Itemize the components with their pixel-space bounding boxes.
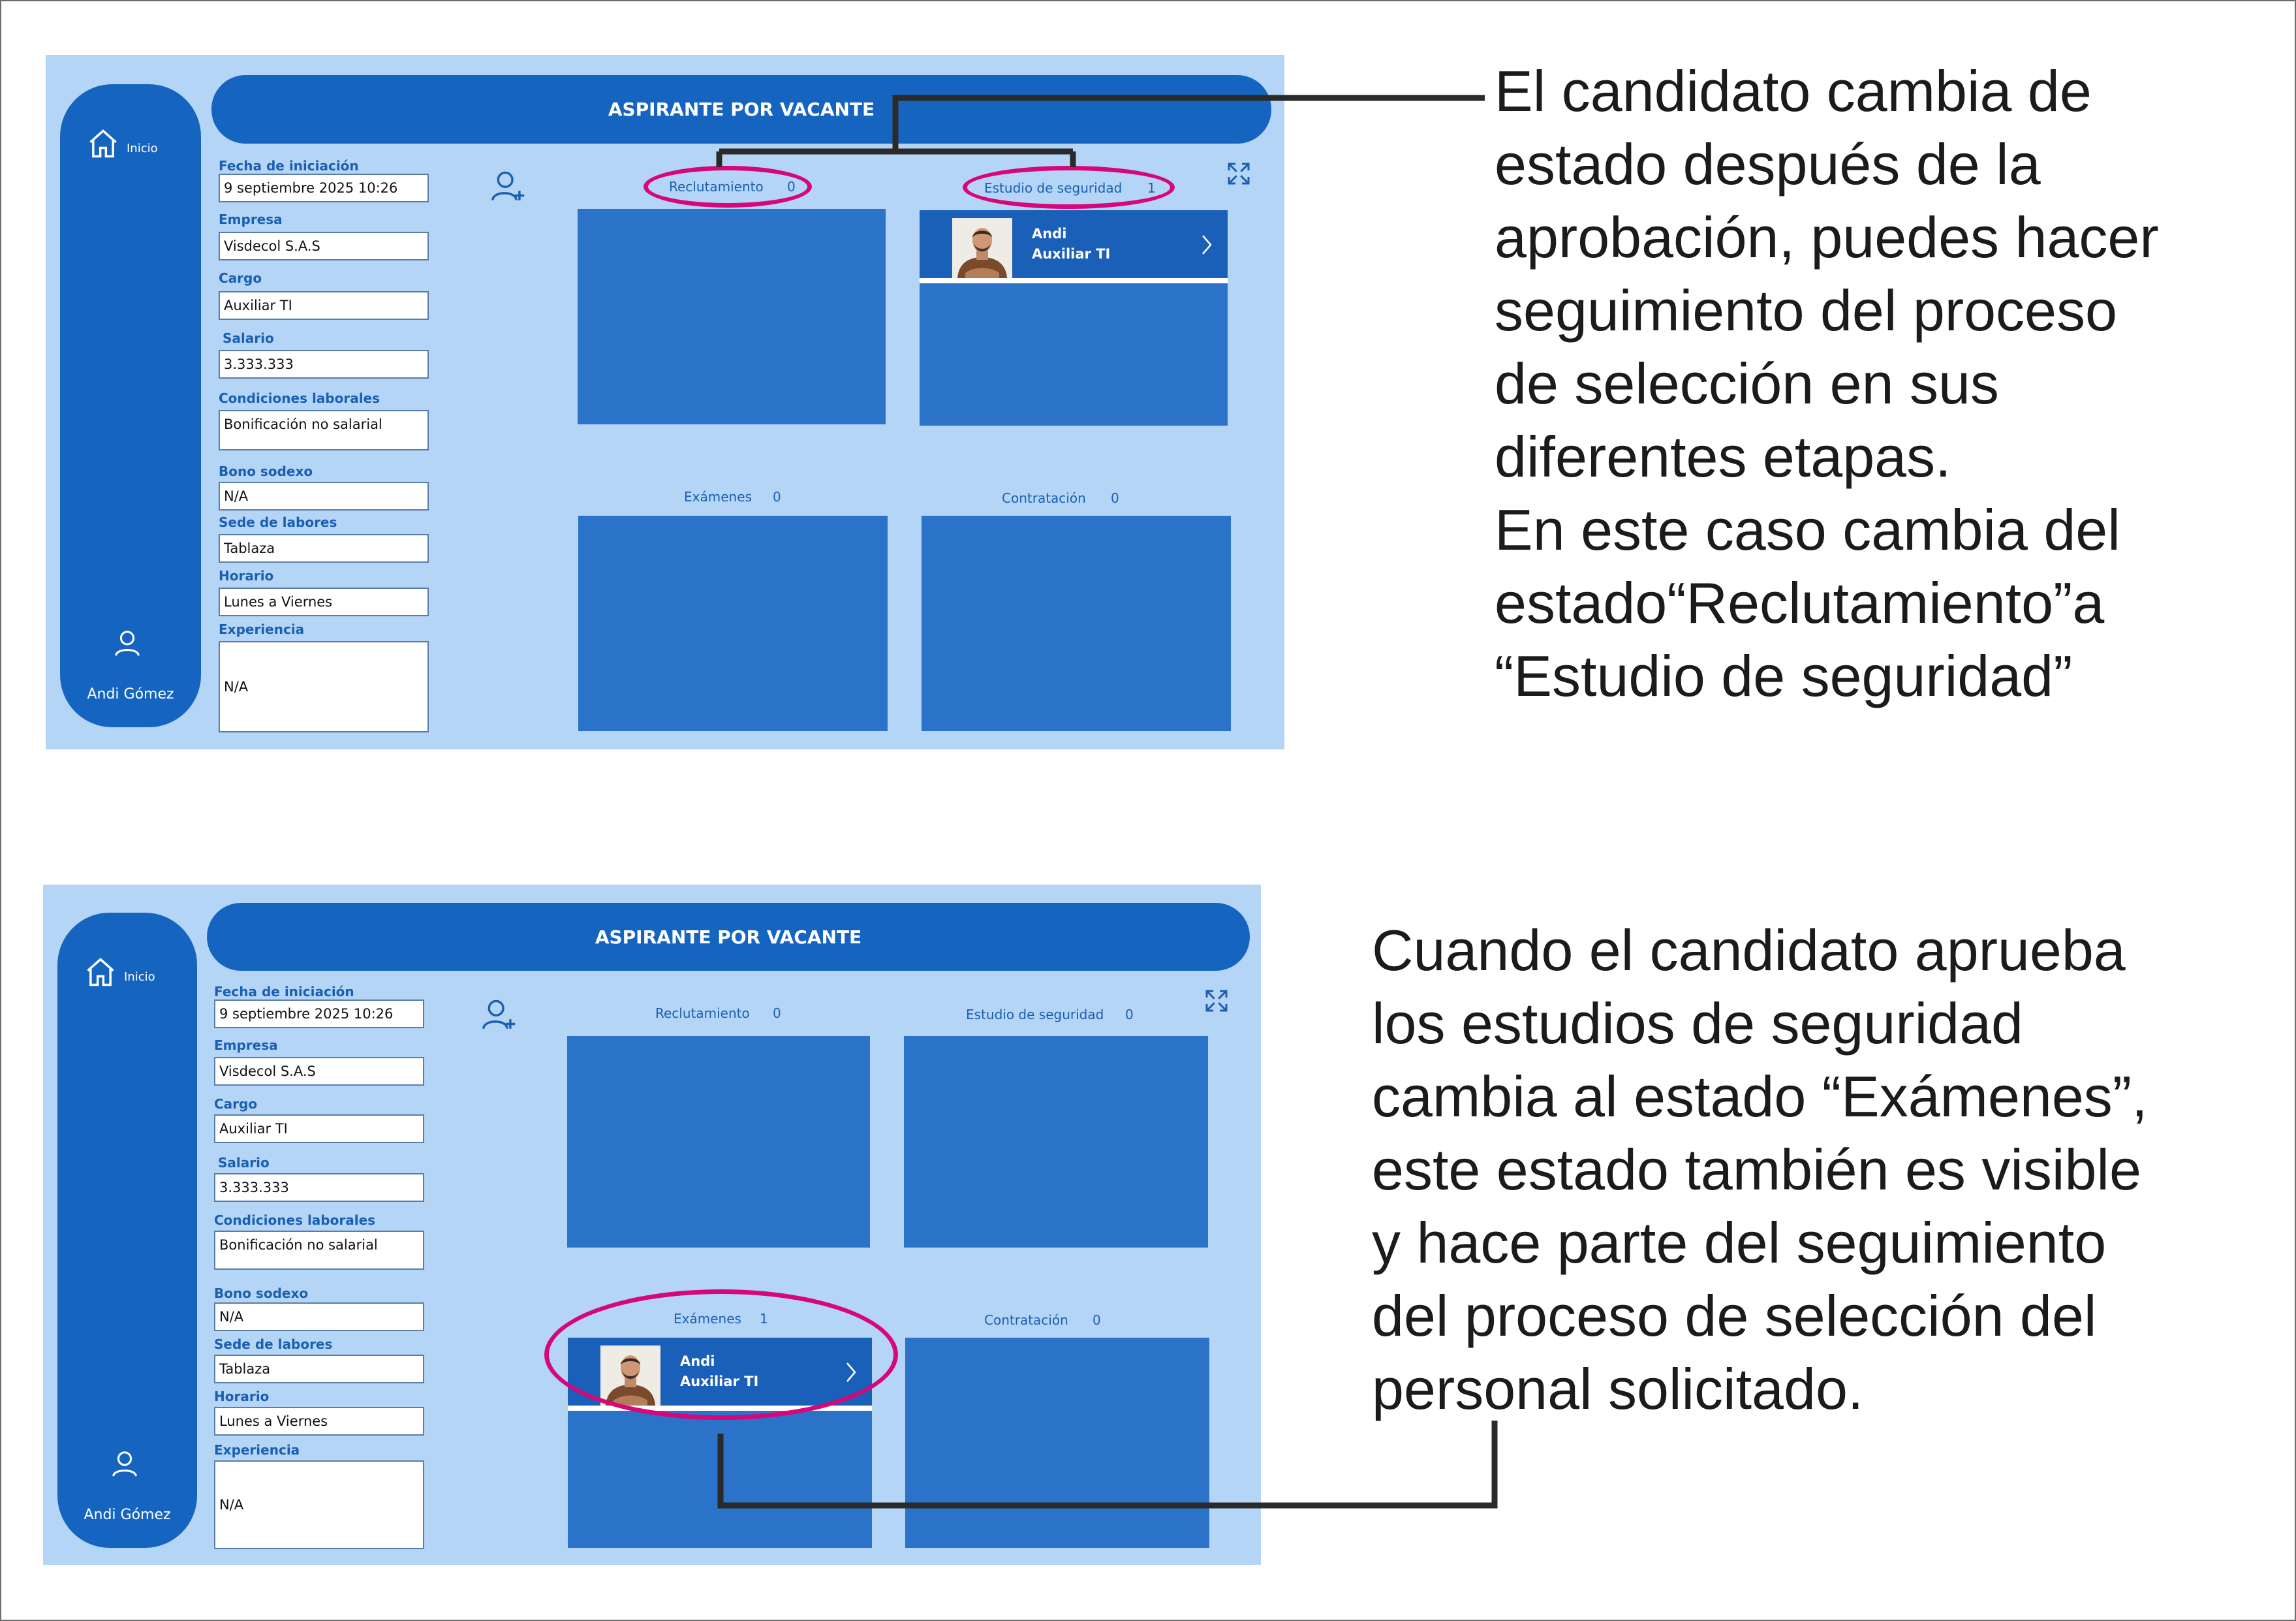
- annotation-line: diferentes etapas.: [1495, 424, 1951, 489]
- annotation-line: El candidato cambia de: [1495, 59, 2092, 123]
- annotation-line: En este caso cambia del: [1495, 497, 2120, 562]
- annotation-line: estado“Reclutamiento”a: [1495, 571, 2105, 635]
- annotation-line: Cuando el candidato aprueba: [1372, 918, 2126, 983]
- annotation-line: cambia al estado “Exámenes”,: [1372, 1064, 2148, 1129]
- annotation-line: de selección en sus: [1495, 351, 1999, 416]
- annotation-line: estado después de la: [1495, 132, 2041, 197]
- annotation-line: aprobación, puedes hacer: [1495, 205, 2159, 270]
- annotation-line: personal solicitado.: [1372, 1357, 1864, 1421]
- annotation-line: y hace parte del seguimiento: [1372, 1210, 2107, 1275]
- annotation-text-top: El candidato cambia de estado después de…: [1495, 55, 2159, 713]
- annotation-line: este estado también es visible: [1372, 1137, 2141, 1202]
- annotation-line: “Estudio de seguridad”: [1495, 644, 2073, 708]
- annotation-line: del proceso de selección del: [1372, 1283, 2097, 1348]
- annotation-line: los estudios de seguridad: [1372, 991, 2023, 1056]
- connector-line-top: [716, 95, 1485, 167]
- annotation-line: seguimiento del proceso: [1495, 278, 2117, 343]
- connector-line-bottom: [717, 1421, 1498, 1509]
- annotation-text-bottom: Cuando el candidato aprueba los estudios…: [1372, 914, 2148, 1426]
